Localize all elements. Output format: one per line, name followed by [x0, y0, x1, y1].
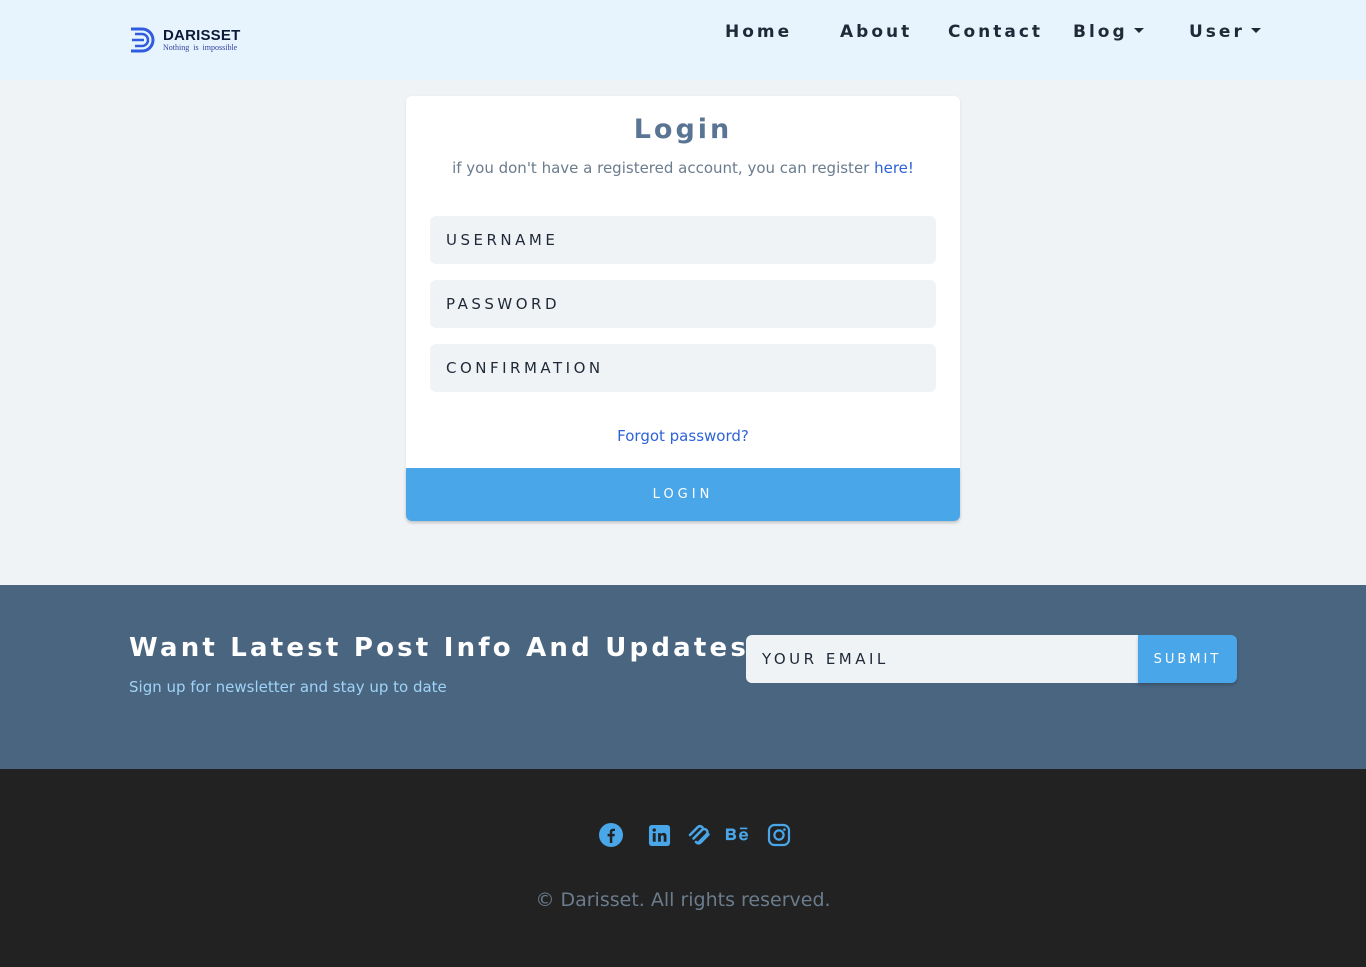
chevron-down-icon: [1250, 27, 1261, 33]
login-button[interactable]: LOGIN: [406, 468, 960, 521]
nav-blog-dropdown[interactable]: Blog: [1073, 20, 1144, 44]
forgot-password-link[interactable]: Forgot password?: [406, 425, 960, 447]
navbar: DARISSET Nothing is impossible Home Abou…: [0, 0, 1366, 80]
facebook-icon[interactable]: [598, 822, 624, 848]
darisset-logo-icon: [131, 27, 155, 53]
nav-about[interactable]: About: [840, 20, 912, 44]
login-title: Login: [633, 114, 733, 145]
newsletter-submit-button[interactable]: SUBMIT: [1138, 635, 1237, 683]
newsletter-title: Want Latest Post Info And Updates?: [129, 633, 768, 663]
chevron-down-icon: [1133, 27, 1144, 33]
nav-contact[interactable]: Contact: [948, 20, 1043, 44]
instagram-icon[interactable]: [766, 822, 792, 848]
login-subtitle-text: if you don't have a registered account, …: [452, 159, 875, 177]
nav-contact-label: Contact: [948, 22, 1044, 42]
linkedin-icon[interactable]: [646, 822, 672, 848]
register-link[interactable]: here!: [874, 159, 914, 177]
squarespace-icon[interactable]: [686, 822, 712, 848]
footer: [0, 769, 1366, 967]
newsletter-subtitle: Sign up for newsletter and stay up to da…: [129, 678, 447, 696]
newsletter-email-input[interactable]: [746, 635, 1138, 683]
brand-name: DARISSET: [163, 27, 241, 44]
brand-tagline: Nothing is impossible: [163, 43, 238, 52]
confirmation-input[interactable]: [430, 344, 936, 392]
brand-text: DARISSET Nothing is impossible: [163, 28, 240, 52]
nav-home[interactable]: Home: [725, 20, 792, 44]
password-input[interactable]: [430, 280, 936, 328]
copyright-text: © Darisset. All rights reserved.: [535, 889, 831, 911]
nav-user-label: User: [1189, 22, 1245, 42]
behance-icon[interactable]: [725, 822, 751, 848]
nav-user-dropdown[interactable]: User: [1189, 20, 1261, 44]
brand-logo[interactable]: DARISSET Nothing is impossible: [128, 24, 240, 56]
nav-blog-label: Blog: [1073, 22, 1128, 42]
login-subtitle: if you don't have a registered account, …: [406, 157, 960, 179]
username-input[interactable]: [430, 216, 936, 264]
nav-home-label: Home: [725, 22, 793, 42]
nav-about-label: About: [840, 22, 913, 42]
